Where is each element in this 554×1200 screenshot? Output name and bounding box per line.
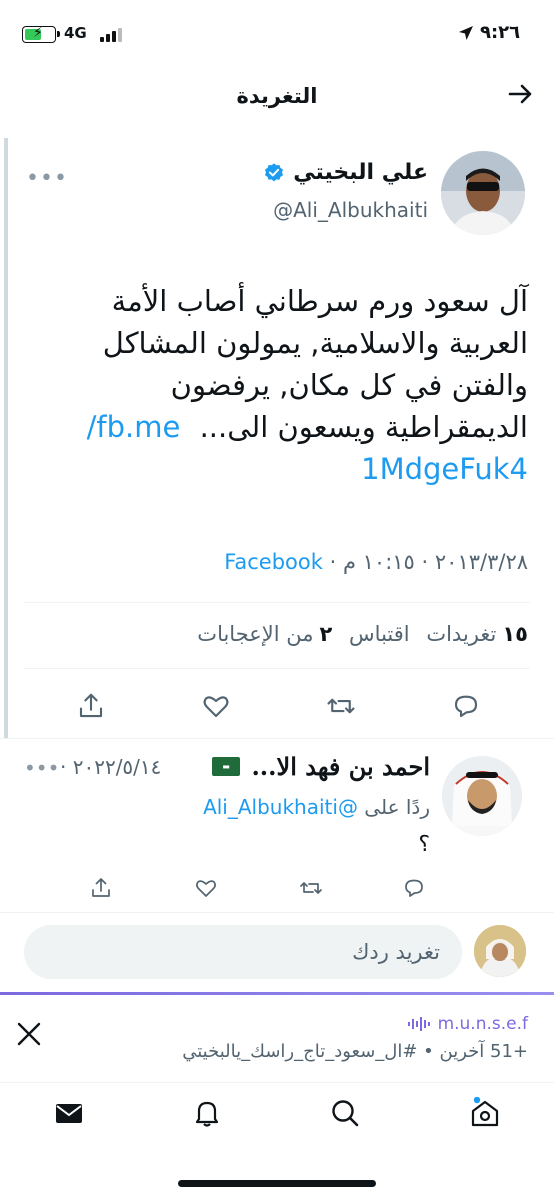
status-time: ٩:٢٦ (458, 22, 520, 43)
location-arrow-icon (459, 25, 473, 40)
mail-icon[interactable] (52, 1096, 86, 1130)
reply-date: ٢٠٢٢/٥/١٤ · (60, 755, 162, 779)
signal-icon (100, 28, 122, 42)
home-indicator (178, 1180, 376, 1187)
composer-avatar (474, 925, 526, 977)
avatar[interactable] (441, 151, 525, 235)
tweet-text-line: والفتن في كل مكان, يرفضون (170, 368, 528, 402)
reply-more-options-icon[interactable]: ••• (24, 756, 59, 780)
reply-text: ؟ (418, 832, 430, 857)
divider (24, 602, 530, 603)
tweet-link[interactable]: fb.me/ (87, 410, 181, 444)
divider (0, 912, 554, 913)
space-description[interactable]: +51 آخرين • #ال_سعود_تاج_راسك_يالبخيتي (182, 1041, 528, 1062)
divider (24, 668, 530, 669)
more-options-icon[interactable]: ••• (26, 166, 68, 191)
likes-label[interactable]: من الإعجابات (197, 622, 313, 646)
reply-input[interactable] (24, 925, 462, 979)
handle[interactable]: @Ali_Albukhaiti (273, 198, 428, 222)
display-name[interactable]: علي البخيتي (263, 160, 428, 185)
saudi-flag-icon: ▬ (212, 757, 240, 776)
bell-icon[interactable] (190, 1096, 224, 1130)
retweet-icon[interactable] (324, 689, 358, 723)
divider (0, 738, 554, 739)
tweet-text-segment: الديمقراطية ويسعون الى... (199, 410, 528, 444)
tweet-text-line: العربية والاسلامية, يمولون المشاكل (102, 326, 528, 360)
tweet-stats: ١٥تغريدات اقتباس ٢ من الإعجابات (197, 622, 528, 646)
tweet-text-line: الديمقراطية ويسعون الى... fb.me/ (20, 406, 528, 448)
page-title: التغريدة (236, 84, 318, 108)
reply-like-icon[interactable] (189, 871, 223, 905)
reply-icon[interactable] (449, 689, 483, 723)
reply-display-name[interactable]: احمد بن فهد الا... (251, 752, 430, 781)
tweet-source[interactable]: Facebook (224, 550, 323, 574)
like-icon[interactable] (199, 689, 233, 723)
tweet-link-continued[interactable]: 1MdgeFuk4 (20, 448, 528, 490)
reply-reply-icon[interactable] (397, 871, 431, 905)
tweet-date: ٢٠١٣/٣/٢٨ (434, 550, 528, 574)
audio-wave-icon (407, 1017, 430, 1031)
space-progress-line (0, 992, 554, 995)
replying-prefix: ردًا على (364, 795, 430, 819)
thread-line (4, 138, 8, 738)
home-icon[interactable] (468, 1096, 502, 1130)
likes-count[interactable]: ٢ (320, 622, 333, 646)
replying-to: ردًا على @Ali_Albukhaiti (203, 795, 430, 819)
close-icon[interactable] (16, 1020, 42, 1055)
reply-composer[interactable] (24, 925, 462, 979)
battery-icon: ⚡ (22, 25, 60, 43)
verified-badge-icon (265, 162, 284, 181)
tweet-text-line: آل سعود ورم سرطاني أصاب الأمة (111, 284, 528, 318)
space-host[interactable]: m.u.n.s.e.f (407, 1014, 528, 1034)
back-arrow-icon[interactable] (506, 80, 534, 116)
tweet-text: آل سعود ورم سرطاني أصاب الأمة العربية وا… (20, 280, 528, 490)
quotes-label[interactable]: اقتباس (349, 622, 410, 646)
reply-retweet-icon[interactable] (294, 871, 328, 905)
retweets-label[interactable]: تغريدات (426, 622, 496, 646)
reply-avatar[interactable] (442, 756, 522, 836)
retweets-count[interactable]: ١٥ (502, 622, 528, 646)
reply-share-icon[interactable] (84, 871, 118, 905)
replying-to-handle[interactable]: @Ali_Albukhaiti (203, 795, 358, 819)
search-icon[interactable] (328, 1096, 362, 1130)
tweet-meta: ٢٠١٣/٣/٢٨ · ١٠:١٥ م · Facebook (224, 550, 528, 574)
tweet-time: ١٠:١٥ م (342, 550, 415, 574)
share-icon[interactable] (74, 689, 108, 723)
network-label: 4G (64, 24, 87, 42)
